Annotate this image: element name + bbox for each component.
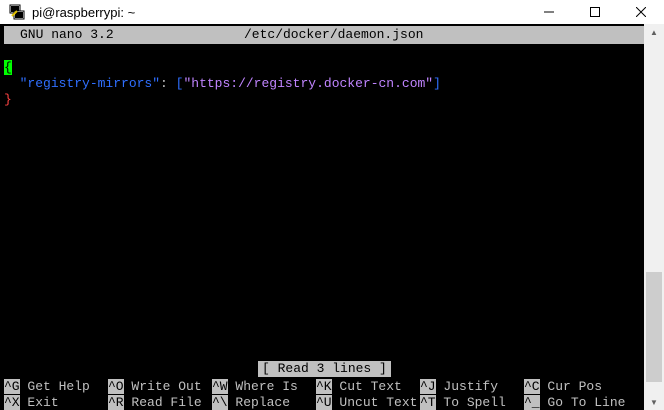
- terminal-area[interactable]: GNU nano 3.2 /etc/docker/daemon.json { "…: [0, 24, 644, 410]
- shortcut-go-to-line: ^_ Go To Line: [524, 395, 625, 410]
- shortcut-cut-text: ^K Cut Text: [316, 379, 402, 395]
- shortcut-uncut-text: ^U Uncut Text: [316, 395, 417, 410]
- shortcut-label: Read File: [123, 395, 202, 410]
- terminal-window: pi@raspberrypi: ~ GNU nano 3.2 /etc/dock…: [0, 0, 664, 410]
- shortcut-get-help: ^G Get Help: [4, 379, 90, 395]
- shortcut-label: Exit: [19, 395, 59, 410]
- json-array-close: ]: [433, 76, 441, 91]
- shortcut-key: ^R: [108, 395, 124, 410]
- shortcut-key: ^U: [316, 395, 332, 410]
- shortcut-write-out: ^O Write Out: [108, 379, 202, 395]
- status-message: [ Read 3 lines ]: [258, 361, 391, 377]
- shortcut-label: To Spell: [435, 395, 506, 410]
- editor-line-3: }: [4, 92, 12, 107]
- shortcut-justify: ^J Justify: [420, 379, 498, 395]
- close-button[interactable]: [618, 0, 664, 24]
- maximize-icon: [590, 7, 600, 17]
- shortcut-label: Get Help: [19, 379, 90, 394]
- shortcut-label: Justify: [435, 379, 499, 394]
- nano-filename: /etc/docker/daemon.json: [244, 27, 424, 42]
- shortcut-key: ^W: [212, 379, 228, 394]
- shortcut-key: ^K: [316, 379, 332, 394]
- vertical-scrollbar[interactable]: ▲ ▼: [644, 24, 664, 410]
- shortcut-where-is: ^W Where Is: [212, 379, 298, 395]
- scroll-up-icon[interactable]: ▲: [644, 24, 664, 40]
- shortcut-label: Go To Line: [539, 395, 626, 410]
- window-title: pi@raspberrypi: ~: [32, 4, 136, 20]
- json-value: "https://registry.docker-cn.com": [183, 76, 434, 91]
- shortcut-key: ^X: [4, 395, 20, 410]
- shortcut-key: ^O: [108, 379, 124, 394]
- scrollbar-thumb[interactable]: [646, 272, 662, 382]
- shortcut-to-spell: ^T To Spell: [420, 395, 506, 410]
- shortcut-label: Replace: [227, 395, 291, 410]
- nano-version: GNU nano 3.2: [20, 27, 114, 42]
- json-key: "registry-mirrors": [19, 76, 161, 91]
- title-bar[interactable]: pi@raspberrypi: ~: [0, 0, 664, 24]
- putty-icon: [9, 4, 25, 20]
- json-colon: :: [160, 76, 176, 91]
- editor-line-1: {: [4, 60, 12, 76]
- minimize-icon: [544, 11, 554, 13]
- maximize-button[interactable]: [572, 0, 618, 24]
- scroll-down-icon[interactable]: ▼: [644, 394, 664, 410]
- editor-line-2: "registry-mirrors": ["https://registry.d…: [4, 76, 441, 92]
- close-icon: [636, 7, 646, 17]
- shortcut-label: Cur Pos: [539, 379, 603, 394]
- shortcut-key: ^J: [420, 379, 436, 394]
- shortcut-key: ^G: [4, 379, 20, 394]
- shortcut-read-file: ^R Read File: [108, 395, 202, 410]
- shortcut-key: ^\: [212, 395, 228, 410]
- minimize-button[interactable]: [526, 0, 572, 24]
- shortcut-key: ^T: [420, 395, 436, 410]
- text-cursor: {: [4, 60, 12, 75]
- shortcut-exit: ^X Exit: [4, 395, 59, 410]
- shortcut-cur-pos: ^C Cur Pos: [524, 379, 602, 395]
- shortcut-label: Write Out: [123, 379, 202, 394]
- shortcut-key: ^_: [524, 395, 540, 410]
- shortcut-replace: ^\ Replace: [212, 395, 290, 410]
- shortcut-label: Cut Text: [331, 379, 402, 394]
- nano-header: GNU nano 3.2 /etc/docker/daemon.json: [4, 26, 644, 44]
- shortcut-label: Where Is: [227, 379, 298, 394]
- shortcut-label: Uncut Text: [331, 395, 418, 410]
- shortcut-key: ^C: [524, 379, 540, 394]
